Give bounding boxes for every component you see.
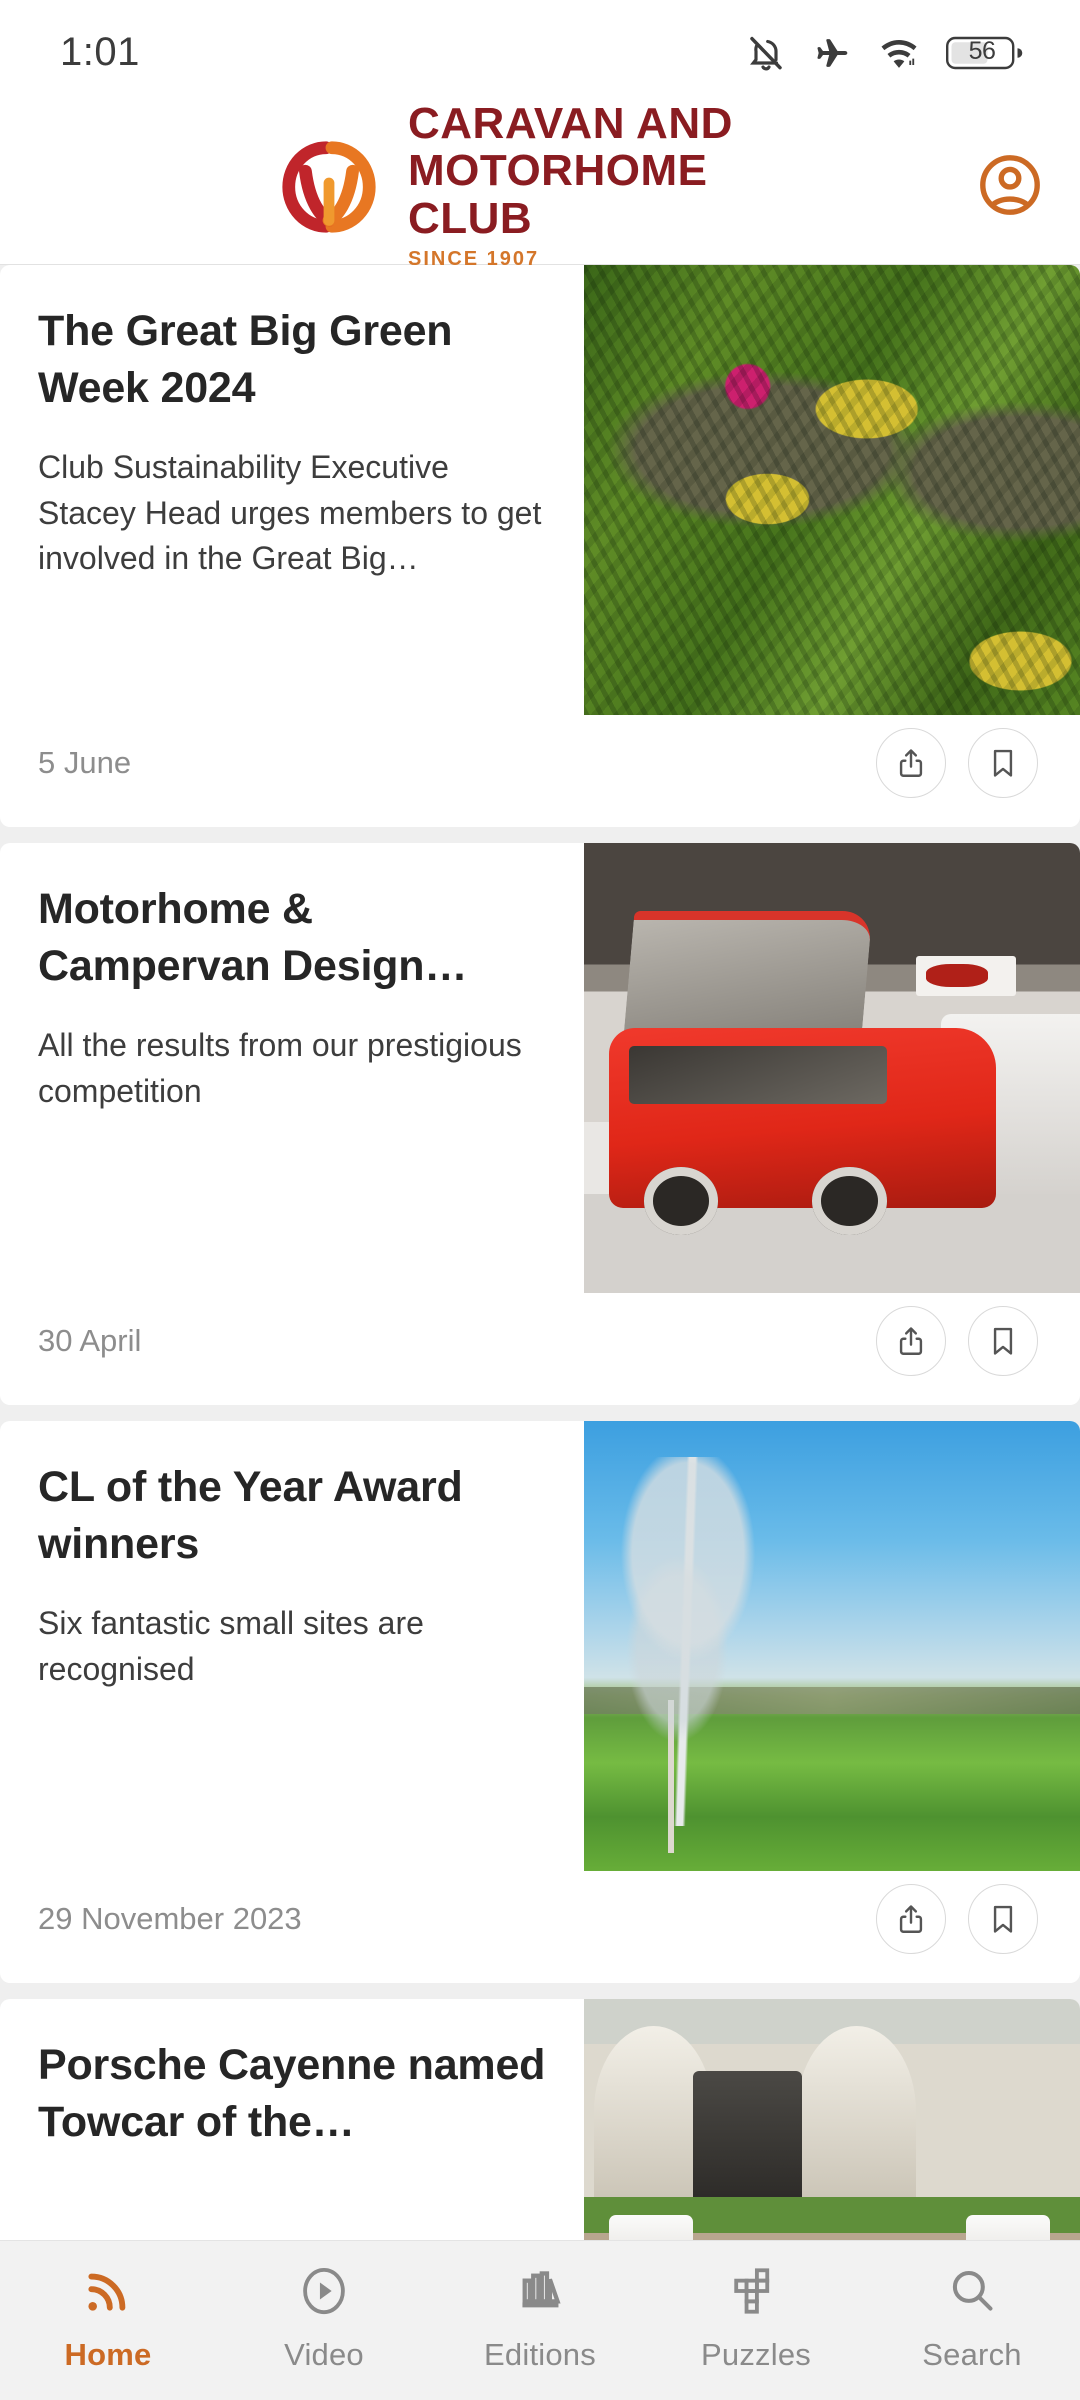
article-actions: [876, 1884, 1038, 1954]
caravan: [608, 2215, 694, 2240]
nav-label-search: Search: [922, 2337, 1022, 2372]
nav-label-editions: Editions: [484, 2337, 596, 2372]
status-bar-clock: 1:01: [60, 30, 140, 74]
article-card[interactable]: Porsche Cayenne named Towcar of the…: [0, 1999, 1080, 2240]
article-actions: [876, 728, 1038, 798]
brand-block: CARAVAN AND MOTORHOME CLUB SINCE 1907: [270, 100, 810, 270]
article-card[interactable]: CL of the Year Award winners Six fantast…: [0, 1421, 1080, 1983]
article-card-body[interactable]: Porsche Cayenne named Towcar of the…: [0, 1999, 1080, 2240]
article-card-body[interactable]: CL of the Year Award winners Six fantast…: [0, 1421, 1080, 1871]
nav-label-puzzles: Puzzles: [701, 2337, 811, 2372]
article-summary: All the results from our prestigious com…: [38, 1027, 522, 1109]
article-text-block: CL of the Year Award winners Six fantast…: [0, 1421, 584, 1871]
nav-label-video: Video: [284, 2337, 364, 2372]
nav-item-search[interactable]: Search: [864, 2263, 1080, 2373]
article-footer: 30 April: [0, 1293, 1080, 1405]
dome-building: [797, 2026, 917, 2197]
nav-item-video[interactable]: Video: [216, 2263, 432, 2373]
battery-icon: 56: [946, 33, 1024, 73]
bookshelf-icon: [513, 2263, 567, 2319]
search-icon: [945, 2263, 999, 2319]
article-actions: [876, 1306, 1038, 1376]
article-footer: 5 June: [0, 715, 1080, 827]
article-date: 29 November 2023: [38, 1901, 302, 1936]
article-text-block: Motorhome & Campervan Design… All the re…: [0, 843, 584, 1293]
birch-tree-trunk: [668, 1700, 675, 1853]
share-icon[interactable]: [876, 728, 946, 798]
bell-muted-icon: [746, 33, 786, 73]
bookmark-icon[interactable]: [968, 1884, 1038, 1954]
article-text-block: The Great Big Green Week 2024 Club Susta…: [0, 265, 584, 715]
van-windows: [628, 1045, 887, 1104]
article-title: Porsche Cayenne named Towcar of the…: [38, 2041, 546, 2147]
play-circle-icon: [297, 2263, 351, 2319]
van-wheel: [643, 1167, 718, 1235]
nav-item-home[interactable]: Home: [0, 2263, 216, 2373]
article-card[interactable]: The Great Big Green Week 2024 Club Susta…: [0, 265, 1080, 827]
bookmark-icon[interactable]: [968, 728, 1038, 798]
article-date: 5 June: [38, 745, 132, 780]
battery-level-label: 56: [968, 37, 996, 65]
article-thumbnail: [584, 1421, 1080, 1871]
bottom-navigation-bar[interactable]: Home Video Editions Puzzles Search: [0, 2240, 1080, 2400]
wifi-icon: [878, 33, 920, 73]
article-text-block: Porsche Cayenne named Towcar of the…: [0, 1999, 584, 2240]
caravan: [965, 2215, 1051, 2240]
crossword-grid-icon: [729, 2263, 783, 2319]
pop-top-roof: [623, 910, 873, 1037]
garden-flowers-planters-photo: [584, 265, 1080, 715]
app-header: CARAVAN AND MOTORHOME CLUB SINCE 1907: [0, 100, 1080, 269]
article-title: CL of the Year Award winners: [38, 1463, 463, 1569]
nav-label-home: Home: [64, 2337, 152, 2372]
article-card[interactable]: Motorhome & Campervan Design… All the re…: [0, 843, 1080, 1405]
article-thumbnail: [584, 1999, 1080, 2240]
article-title: The Great Big Green Week 2024: [38, 307, 453, 413]
nav-item-editions[interactable]: Editions: [432, 2263, 648, 2373]
exhibition-entrance: [693, 2071, 803, 2197]
article-thumbnail: [584, 265, 1080, 715]
red-campervan-exhibition-photo: [584, 843, 1080, 1293]
article-feed[interactable]: The Great Big Green Week 2024 Club Susta…: [0, 265, 1080, 2240]
brand-line-2: MOTORHOME CLUB: [408, 146, 708, 243]
van-wheel: [812, 1167, 887, 1235]
article-summary: Club Sustainability Executive Stacey Hea…: [38, 449, 542, 577]
bookmark-icon[interactable]: [968, 1306, 1038, 1376]
towcar-lineup-photo: [584, 1999, 1080, 2240]
article-title: Motorhome & Campervan Design…: [38, 885, 468, 991]
brand-wordmark: CARAVAN AND MOTORHOME CLUB SINCE 1907: [408, 100, 810, 270]
share-icon[interactable]: [876, 1884, 946, 1954]
article-date: 30 April: [38, 1323, 142, 1358]
status-bar-icons: 56: [746, 33, 1024, 73]
airplane-mode-icon: [812, 33, 852, 73]
article-summary: Six fantastic small sites are recognised: [38, 1605, 424, 1687]
article-card-body[interactable]: Motorhome & Campervan Design… All the re…: [0, 843, 1080, 1293]
brand-line-1: CARAVAN AND: [408, 98, 733, 148]
caravan-motorhome-club-logo: [270, 132, 388, 238]
share-icon[interactable]: [876, 1306, 946, 1376]
nav-item-puzzles[interactable]: Puzzles: [648, 2263, 864, 2373]
exhibition-banner: [916, 955, 1016, 996]
article-card-body[interactable]: The Great Big Green Week 2024 Club Susta…: [0, 265, 1080, 715]
article-thumbnail: [584, 843, 1080, 1293]
countryside-field-tree-photo: [584, 1421, 1080, 1871]
account-circle-icon[interactable]: [976, 151, 1044, 219]
rss-feed-icon: [81, 2263, 135, 2319]
status-bar: 1:01 56: [0, 0, 1080, 105]
article-footer: 29 November 2023: [0, 1871, 1080, 1983]
